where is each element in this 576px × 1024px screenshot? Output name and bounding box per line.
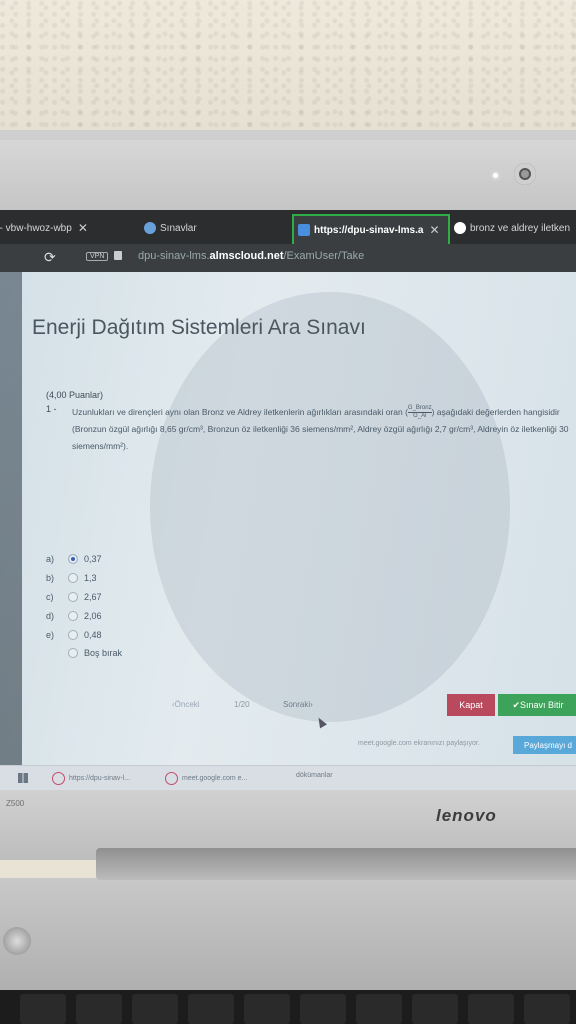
page-indicator: 1/20: [234, 700, 250, 709]
left-reflection: [0, 272, 22, 765]
vpn-badge[interactable]: VPN: [86, 252, 109, 261]
option-value: 2,06: [84, 611, 102, 621]
browser-tab-1[interactable]: t - vbw-hwoz-wbp ✕: [0, 214, 134, 242]
keyboard-key[interactable]: [132, 994, 178, 1024]
option-value: 0,48: [84, 630, 102, 640]
option-c[interactable]: c) 2,67: [46, 592, 102, 602]
close-exam-button[interactable]: Kapat: [447, 694, 495, 716]
keyboard-key[interactable]: [300, 994, 346, 1024]
brand-logo: lenovo: [436, 806, 497, 825]
tab-label: bronz ve aldrey iletken: [470, 222, 571, 234]
option-value: 0,37: [84, 554, 102, 564]
camera-led: [493, 173, 498, 178]
lock-icon[interactable]: [114, 251, 122, 260]
tab-label: https://dpu-sinav-lms.a: [314, 224, 424, 236]
windows-start-icon[interactable]: [18, 773, 28, 783]
keyboard-key[interactable]: [76, 994, 122, 1024]
question-points: (4,00 Puanlar): [46, 390, 104, 400]
stop-sharing-button[interactable]: Paylaşmayı d: [513, 736, 576, 754]
keyboard-key[interactable]: [468, 994, 514, 1024]
laptop-screen: t - vbw-hwoz-wbp✕ Sınavlar✕ https://dpu-…: [0, 210, 576, 790]
google-icon: [454, 222, 466, 234]
option-e[interactable]: e) 0,48: [46, 630, 102, 640]
radio-button[interactable]: [68, 573, 78, 583]
option-d[interactable]: d) 2,06: [46, 611, 102, 621]
close-icon[interactable]: ✕: [78, 221, 88, 235]
radio-button[interactable]: [68, 554, 78, 564]
taskbar-item-2[interactable]: meet.google.com e...: [165, 772, 247, 785]
ratio-fraction: G_Bronz G_Al: [407, 405, 432, 420]
browser-tab-2[interactable]: Sınavlar✕: [140, 214, 290, 242]
webcam-icon: [514, 163, 536, 185]
taskbar-item-1[interactable]: https://dpu-sinav-l...: [52, 772, 130, 785]
reload-icon[interactable]: ⟳: [44, 249, 56, 266]
keyboard-key[interactable]: [356, 994, 402, 1024]
option-b[interactable]: b) 1,3: [46, 573, 97, 583]
tab-label: Sınavlar: [160, 222, 197, 234]
page-title: Enerji Dağıtım Sistemleri Ara Sınavı: [32, 316, 366, 339]
keyboard-key[interactable]: [244, 994, 290, 1024]
keyboard-key[interactable]: [20, 994, 66, 1024]
browser-tab-4[interactable]: bronz ve aldrey iletken: [450, 214, 576, 242]
browser-tab-bar: t - vbw-hwoz-wbp✕ Sınavlar✕ https://dpu-…: [0, 210, 576, 244]
question-text: Uzunlukları ve dirençleri aynı olan Bron…: [72, 405, 569, 451]
address-bar[interactable]: ⟳ VPN dpu-sinav-lms.almscloud.net/ExamUs…: [0, 244, 576, 272]
option-skip[interactable]: Boş bırak: [46, 648, 122, 658]
option-value: 2,67: [84, 592, 102, 602]
windows-taskbar: https://dpu-sinav-l... meet.google.com e…: [0, 765, 576, 790]
screen-share-notice: meet.google.com ekranınızı paylaşıyor.: [358, 740, 480, 747]
info-icon: [144, 222, 156, 234]
radio-button[interactable]: [68, 592, 78, 602]
wall-background: [0, 0, 576, 150]
browser-tab-active[interactable]: https://dpu-sinav-lms.a ✕: [292, 214, 450, 244]
exam-page: Enerji Dağıtım Sistemleri Ara Sınavı (4,…: [0, 272, 576, 772]
option-a[interactable]: a) 0,37: [46, 554, 102, 564]
finish-exam-button[interactable]: ✔Sınavı Bitir: [498, 694, 576, 716]
radio-button[interactable]: [68, 611, 78, 621]
next-button[interactable]: Sonraki›: [283, 700, 313, 709]
keyboard-key[interactable]: [188, 994, 234, 1024]
keyboard-key[interactable]: [524, 994, 570, 1024]
keyboard-key[interactable]: [412, 994, 458, 1024]
top-bezel: [0, 140, 576, 215]
previous-button[interactable]: ‹Önceki: [172, 700, 200, 709]
option-value: Boş bırak: [84, 648, 123, 658]
page-icon: [298, 224, 310, 236]
option-value: 1,3: [84, 573, 97, 583]
browser-icon: [165, 772, 178, 785]
close-icon[interactable]: ✕: [429, 223, 439, 237]
screen-reflection: [150, 292, 510, 722]
radio-button[interactable]: [68, 648, 78, 658]
tab-label: t - vbw-hwoz-wbp: [0, 222, 72, 234]
power-button-icon[interactable]: [3, 927, 31, 955]
radio-button[interactable]: [68, 630, 78, 640]
laptop-hinge: [96, 848, 576, 880]
url-text[interactable]: dpu-sinav-lms.almscloud.net/ExamUser/Tak…: [138, 250, 364, 262]
model-label: Z500: [6, 799, 25, 808]
taskbar-item-3[interactable]: dökümanlar: [296, 772, 333, 779]
question-number: 1 -: [46, 404, 57, 414]
browser-icon: [52, 772, 65, 785]
